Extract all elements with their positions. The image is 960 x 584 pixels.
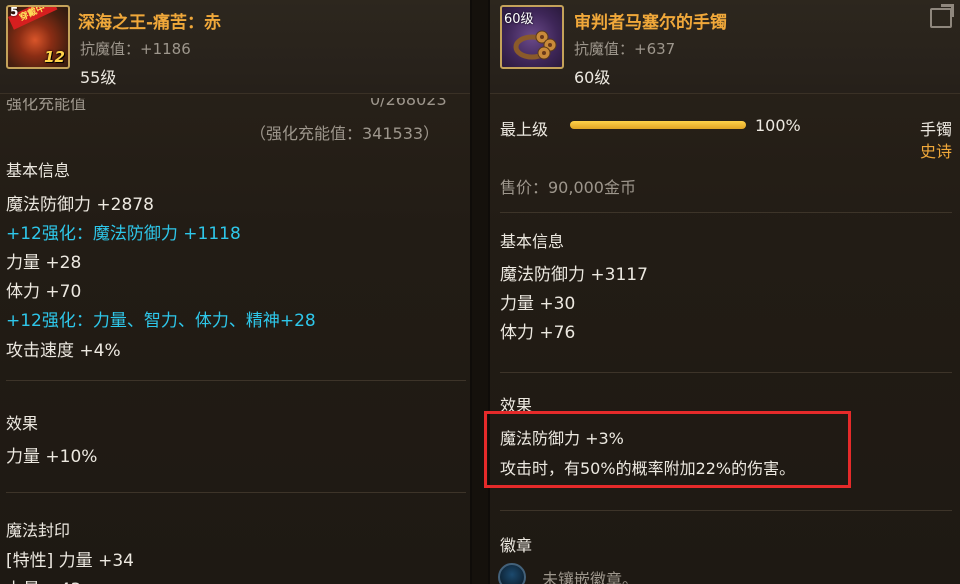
bracelet-icon [513, 30, 557, 60]
panel-gap [472, 0, 488, 584]
seal-line: 力量 +43 [6, 575, 81, 584]
right-item-name: 审判者马塞尔的手镯 [574, 13, 727, 33]
divider [500, 510, 952, 511]
right-item-level: 60级 [574, 68, 611, 87]
stat-line: 力量 +28 [6, 253, 82, 273]
enhance-stat-line: +12强化：力量、智力、体力、精神+28 [6, 311, 316, 331]
sell-price: 售价：90,000金币 [500, 178, 636, 197]
emblem-heading: 徽章 [500, 536, 533, 555]
basic-info-heading: 基本信息 [6, 161, 71, 180]
left-item-anti-magic: 抗魔值：+1186 [80, 40, 191, 58]
upgrade-percent: 100% [755, 116, 801, 135]
stat-line: 攻击速度 +4% [6, 341, 121, 361]
left-item-icon[interactable]: 穿戴中 5 12 [6, 5, 70, 69]
highlight-annotation-box [484, 411, 851, 488]
right-item-tooltip: 60级 审判者马塞尔的手镯 抗魔值：+637 60级 最上级 100% 手镯 史… [488, 0, 960, 584]
item-badge: 5 [10, 5, 19, 19]
divider [500, 212, 952, 213]
effect-line: 力量 +10% [6, 447, 98, 467]
enhance-stat-line: +12强化：魔法防御力 +1118 [6, 224, 241, 244]
enhance-level-badge: 12 [44, 48, 65, 66]
divider [6, 492, 466, 493]
item-type: 手镯 [920, 120, 953, 139]
left-item-tooltip: 穿戴中 5 12 深海之王-痛苦：赤 抗魔值：+1186 55级 强化充能值 0… [0, 0, 472, 584]
seal-heading: 魔法封印 [6, 521, 71, 540]
charge-total: （强化充能值：341533） [250, 124, 440, 143]
right-item-icon[interactable]: 60级 [500, 5, 564, 69]
stat-line: 力量 +30 [500, 294, 576, 314]
share-icon[interactable] [930, 8, 952, 28]
left-item-name: 深海之王-痛苦：赤 [78, 13, 222, 33]
upgrade-progress-fill [570, 121, 746, 129]
stat-line: 魔法防御力 +2878 [6, 195, 154, 215]
left-item-header: 穿戴中 5 12 深海之王-痛苦：赤 抗魔值：+1186 55级 [0, 0, 470, 94]
effect-heading: 效果 [6, 414, 39, 433]
emblem-slot-icon[interactable] [498, 563, 526, 584]
basic-info-heading: 基本信息 [500, 232, 565, 251]
divider [500, 372, 952, 373]
upgrade-progress-bar [570, 121, 746, 129]
stat-line: 体力 +70 [6, 282, 82, 302]
item-rarity: 史诗 [920, 142, 953, 161]
emblem-empty-text: 未镶嵌徽章。 [542, 570, 639, 584]
upgrade-label: 最上级 [500, 120, 549, 139]
stat-line: 体力 +76 [500, 323, 576, 343]
left-item-level: 55级 [80, 68, 117, 87]
right-item-anti-magic: 抗魔值：+637 [574, 40, 676, 58]
stat-line: 魔法防御力 +3117 [500, 265, 648, 285]
seal-line: [特性] 力量 +34 [6, 551, 134, 571]
right-item-header: 60级 审判者马塞尔的手镯 抗魔值：+637 60级 [490, 0, 960, 94]
divider [6, 380, 466, 381]
